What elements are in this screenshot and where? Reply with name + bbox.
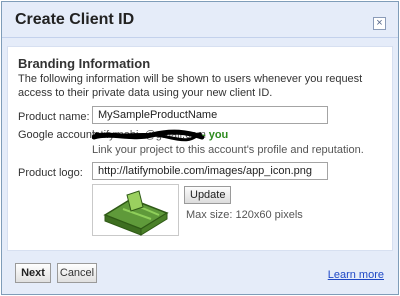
app-logo-icon [103,190,169,236]
link-account-note: Link your project to this account's prof… [92,144,364,156]
google-account-label: Google account: [18,129,99,141]
section-heading: Branding Information [18,56,151,71]
max-size-hint: Max size: 120x60 pixels [186,209,303,221]
learn-more-link[interactable]: Learn more [328,269,384,281]
product-name-label: Product name: [18,111,90,123]
you-label: - you [202,129,229,141]
update-button[interactable]: Update [184,186,232,204]
create-client-id-dialog: Create Client ID × Branding Information … [1,1,399,295]
product-logo-url-input[interactable] [92,162,328,180]
cancel-button[interactable]: Cancel [57,263,97,283]
logo-preview [92,184,179,236]
product-name-input[interactable] [92,106,328,124]
dialog-titlebar: Create Client ID × [2,2,398,38]
intro-text: The following information will be shown … [18,73,363,99]
close-icon[interactable]: × [373,17,386,30]
product-logo-label: Product logo: [18,167,83,179]
redaction-scribble [92,129,204,142]
google-account-value: latifymobi..@gmail.com - you [92,129,312,143]
branding-panel: Branding Information The following infor… [7,46,393,251]
dialog-title: Create Client ID [15,11,135,28]
next-button[interactable]: Next [15,263,51,283]
